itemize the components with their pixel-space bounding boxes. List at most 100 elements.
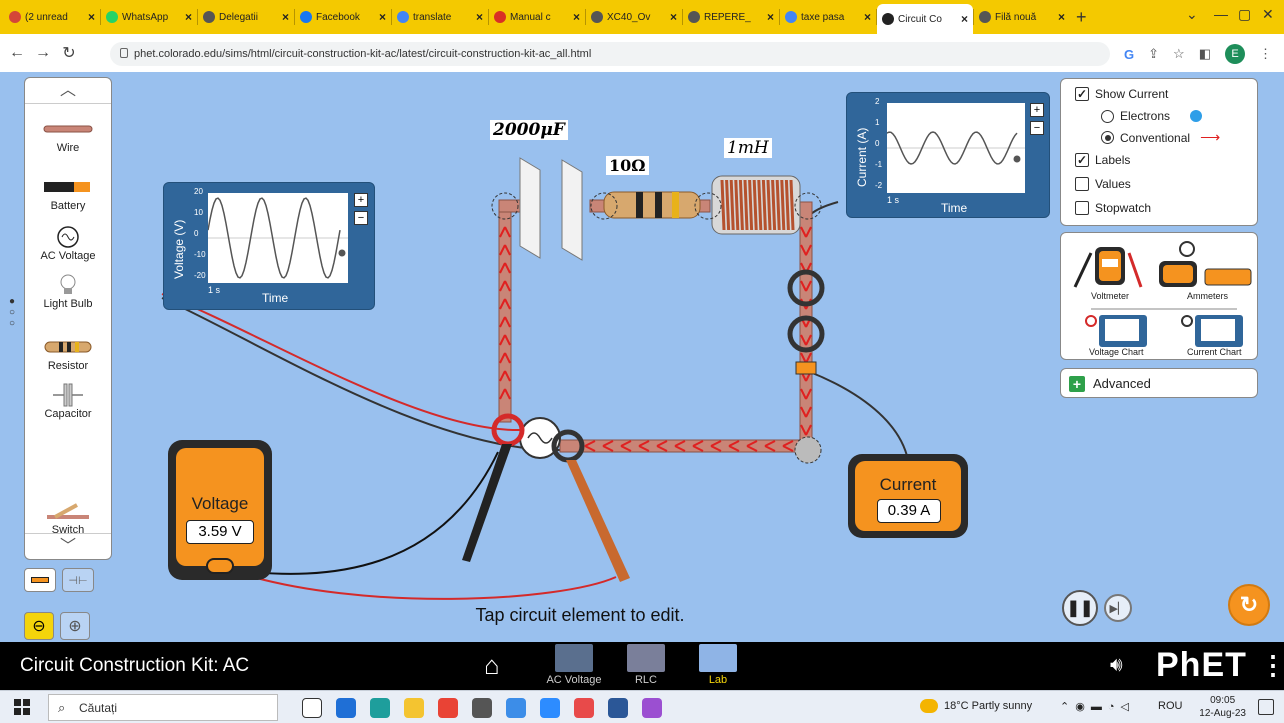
schematic-view-button[interactable]: ⊣⊢: [62, 568, 94, 592]
toolbox-scroll-up-icon[interactable]: ︿: [25, 78, 111, 104]
phet-logo[interactable]: PhET: [1156, 646, 1247, 685]
chrome-alt-icon[interactable]: [506, 698, 526, 718]
close-tab-icon[interactable]: ×: [88, 10, 95, 24]
voltage-chart[interactable]: Voltage (V) 20 10 0 -10 -20 1 s Time + −: [163, 182, 375, 310]
voltage-chart-zoom-out-icon[interactable]: −: [354, 211, 368, 225]
new-tab-icon[interactable]: +: [1076, 7, 1087, 28]
toolbox-item-light-bulb[interactable]: Light Bulb: [25, 274, 111, 310]
ammeter[interactable]: Current 0.39 A: [848, 454, 968, 538]
voltmeter-tool-icon[interactable]: [1073, 247, 1143, 288]
close-tab-icon[interactable]: ×: [1058, 10, 1065, 24]
profile-avatar[interactable]: E: [1225, 44, 1245, 64]
google-lens-icon[interactable]: G: [1124, 47, 1134, 62]
browser-tab[interactable]: translate ×: [392, 4, 488, 30]
weather-text[interactable]: 18°C Partly sunny: [944, 700, 1032, 712]
inductor[interactable]: [711, 175, 801, 235]
pause-button[interactable]: ❚❚: [1062, 590, 1098, 626]
close-tab-icon[interactable]: ×: [185, 10, 192, 24]
toolbox-item-capacitor[interactable]: Capacitor: [25, 383, 111, 420]
expand-plus-icon[interactable]: +: [1069, 376, 1085, 392]
taskbar-search-box[interactable]: ⌕ Căutați: [48, 694, 278, 721]
url-field[interactable]: phet.colorado.edu/sims/html/circuit-cons…: [110, 42, 1110, 66]
show-current-option[interactable]: ✓ Show Current: [1075, 87, 1168, 101]
browser-tab[interactable]: WhatsApp ×: [101, 4, 197, 30]
show-current-checkbox[interactable]: ✓: [1075, 87, 1089, 101]
browser-tab[interactable]: Manual c ×: [489, 4, 585, 30]
reload-icon[interactable]: ↻: [56, 43, 82, 63]
phet-menu-icon[interactable]: ⋮: [1260, 650, 1284, 681]
toolbox-scroll-down-icon[interactable]: ﹀: [25, 533, 111, 559]
browser-tab[interactable]: XC40_Ov ×: [586, 4, 682, 30]
toolbox-item-battery[interactable]: Battery: [25, 176, 111, 212]
side-panel-icon[interactable]: ◧: [1199, 46, 1211, 62]
toolbox-item-switch[interactable]: Switch: [25, 500, 111, 536]
electrons-option[interactable]: Electrons: [1101, 109, 1203, 123]
share-icon[interactable]: ⇪: [1148, 46, 1159, 62]
notifications-icon[interactable]: [1258, 699, 1274, 715]
capacitor[interactable]: [519, 157, 583, 261]
edge-icon[interactable]: [370, 698, 390, 718]
current-chart[interactable]: Current (A) 2 1 0 -1 -2 1 s Time + −: [846, 92, 1050, 218]
file-explorer-icon[interactable]: [404, 698, 424, 718]
browser-tab[interactable]: Facebook ×: [295, 4, 391, 30]
minimize-icon[interactable]: —: [1214, 6, 1228, 22]
close-tab-icon[interactable]: ×: [670, 10, 677, 24]
conventional-radio[interactable]: [1101, 131, 1114, 144]
input-language[interactable]: ROU: [1158, 700, 1182, 712]
browser-tab[interactable]: (2 unread ×: [4, 4, 100, 30]
system-tray-icons[interactable]: ⌃◉▬◔◁: [1060, 700, 1135, 713]
close-tab-icon[interactable]: ×: [476, 10, 483, 24]
close-tab-icon[interactable]: ×: [767, 10, 774, 24]
back-icon[interactable]: ←: [4, 44, 30, 62]
home-icon[interactable]: ⌂: [484, 650, 500, 681]
maximize-icon[interactable]: ▢: [1238, 6, 1251, 23]
circuit-wires[interactable]: [498, 199, 813, 453]
browser-tab[interactable]: Circuit Co ×: [877, 4, 973, 34]
calculator-icon[interactable]: [472, 698, 492, 718]
labels-option[interactable]: ✓ Labels: [1075, 153, 1130, 167]
tab-search-chevron-icon[interactable]: ⌄: [1186, 6, 1198, 23]
browser-tab[interactable]: Filă nouă ×: [974, 4, 1070, 30]
browser-tab[interactable]: taxe pasa ×: [780, 4, 876, 30]
zoom-icon[interactable]: [540, 698, 560, 718]
voltmeter[interactable]: Voltage 3.59 V: [168, 440, 272, 580]
close-tab-icon[interactable]: ×: [282, 10, 289, 24]
windows-start-icon[interactable]: [14, 699, 30, 715]
sound-toggle-icon[interactable]: 🔊︎: [1110, 654, 1123, 677]
word-icon[interactable]: [608, 698, 628, 718]
stopwatch-option[interactable]: Stopwatch: [1075, 201, 1151, 215]
toolbox-item-ac-voltage[interactable]: AC Voltage: [25, 226, 111, 262]
conventional-option[interactable]: Conventional ⟶: [1101, 129, 1220, 146]
forward-icon[interactable]: →: [30, 44, 56, 62]
advanced-accordion[interactable]: + Advanced: [1060, 368, 1258, 398]
reset-all-button[interactable]: ↻: [1228, 584, 1270, 626]
ammeter-tool-icon[interactable]: [1159, 241, 1252, 287]
browser-tab[interactable]: REPERE_ ×: [683, 4, 779, 30]
bookmark-star-icon[interactable]: ☆: [1173, 46, 1185, 62]
paint-icon[interactable]: [642, 698, 662, 718]
stopwatch-checkbox[interactable]: [1075, 201, 1089, 215]
voltage-chart-tool-icon[interactable]: [1085, 315, 1147, 347]
photos-icon[interactable]: [336, 698, 356, 718]
close-tab-icon[interactable]: ×: [379, 10, 386, 24]
electrons-radio[interactable]: [1101, 109, 1114, 123]
values-option[interactable]: Values: [1075, 177, 1131, 191]
chrome-icon[interactable]: [438, 698, 458, 718]
taskbar-clock[interactable]: 09:05 12-Aug-23: [1199, 694, 1246, 720]
voltage-chart-zoom-in-icon[interactable]: +: [354, 193, 368, 207]
current-chart-zoom-in-icon[interactable]: +: [1030, 103, 1044, 117]
resistor[interactable]: [603, 191, 701, 219]
current-chart-tool-icon[interactable]: [1181, 315, 1243, 347]
current-chart-zoom-out-icon[interactable]: −: [1030, 121, 1044, 135]
acrobat-icon[interactable]: [574, 698, 594, 718]
close-tab-icon[interactable]: ×: [573, 10, 580, 24]
screen-tab-lab[interactable]: Lab: [686, 644, 750, 686]
browser-tab[interactable]: Delegatii ×: [198, 4, 294, 30]
screen-tab-rlc[interactable]: RLC: [614, 644, 678, 686]
close-tab-icon[interactable]: ×: [864, 10, 871, 24]
screen-tab-ac-voltage[interactable]: AC Voltage: [542, 644, 606, 686]
close-window-icon[interactable]: ✕: [1262, 6, 1274, 23]
toolbox-item-resistor[interactable]: Resistor: [25, 336, 111, 372]
close-tab-icon[interactable]: ×: [961, 12, 968, 26]
toolbox-item-wire[interactable]: Wire: [25, 118, 111, 154]
